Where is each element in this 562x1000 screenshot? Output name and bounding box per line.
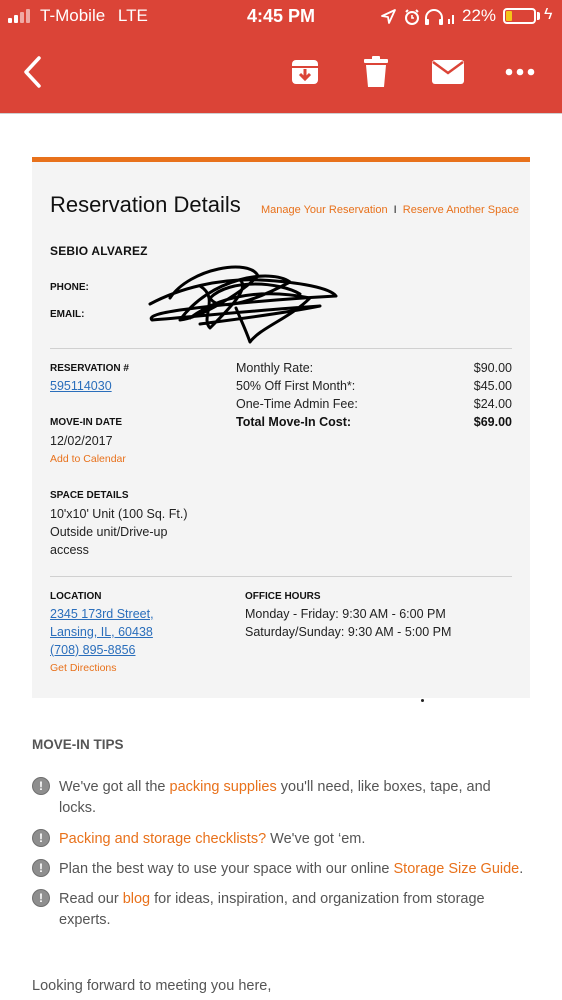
tip-text-after: . (519, 861, 524, 877)
link-separator: I (393, 204, 397, 216)
battery-level (506, 11, 512, 21)
reservation-links: Manage Your Reservation I Reserve Anothe… (261, 204, 519, 216)
status-bar: T-Mobile LTE 4:45 PM 22% ϟ (0, 0, 562, 34)
archive-icon (292, 60, 318, 84)
storage-size-guide-link[interactable]: Storage Size Guide (394, 861, 520, 877)
email-toolbar (0, 40, 562, 106)
tip-text: Packing and storage checklists? We've go… (59, 829, 529, 850)
cost-amount: $90.00 (473, 361, 512, 375)
reservation-number-link[interactable]: 595114030 (50, 379, 112, 393)
hours-weekday: Monday - Friday: 9:30 AM - 6:00 PM (245, 607, 446, 621)
back-button[interactable] (16, 54, 50, 90)
tip-text: We've got all the packing supplies you'l… (59, 777, 529, 819)
cost-row: Monthly Rate: $90.00 (236, 361, 512, 375)
movein-date-label: MOVE-IN DATE (50, 417, 123, 428)
tip-text-after: We've got ‘em. (266, 831, 366, 847)
more-options-button[interactable] (502, 54, 538, 90)
cost-row: 50% Off First Month*: $45.00 (236, 379, 512, 393)
customer-name: SEBIO ALVAREZ (50, 244, 148, 258)
tip-text-before: We've got all the (59, 779, 170, 795)
alarm-icon (405, 9, 419, 25)
reserve-another-space-link[interactable]: Reserve Another Space (403, 204, 519, 216)
hours-weekend: Saturday/Sunday: 9:30 AM - 5:00 PM (245, 625, 452, 639)
reservation-title: Reservation Details (50, 192, 241, 217)
email-label: EMAIL: (50, 309, 85, 320)
space-type-cont: access (50, 543, 89, 557)
info-alert-icon (32, 829, 50, 847)
checklists-link[interactable]: Packing and storage checklists? (59, 831, 266, 847)
redaction-scribble (148, 265, 338, 344)
archive-button[interactable] (288, 54, 322, 90)
reservation-card: Reservation Details Manage Your Reservat… (32, 157, 530, 698)
manage-reservation-link[interactable]: Manage Your Reservation (261, 204, 388, 216)
add-to-calendar-link[interactable]: Add to Calendar (50, 453, 126, 465)
charging-bolt-icon: ϟ (544, 6, 553, 23)
space-type: Outside unit/Drive-up (50, 525, 168, 539)
blog-link[interactable]: blog (123, 891, 150, 907)
tip-text: Read our blog for ideas, inspiration, an… (59, 889, 529, 931)
office-hours-label: OFFICE HOURS (245, 591, 321, 602)
app-header: T-Mobile LTE 4:45 PM 22% ϟ (0, 0, 562, 114)
movein-date: 12/02/2017 (50, 434, 113, 448)
location-label: LOCATION (50, 591, 102, 602)
stray-dot (421, 699, 424, 702)
total-cost-row: Total Move-In Cost: $69.00 (236, 415, 512, 429)
space-details-label: SPACE DETAILS (50, 490, 129, 501)
total-cost-label: Total Move-In Cost: (236, 415, 352, 429)
cost-amount: $45.00 (473, 379, 512, 393)
back-arrow-icon (24, 56, 41, 88)
more-dots-icon (505, 68, 535, 76)
get-directions-link[interactable]: Get Directions (50, 662, 117, 674)
space-size: 10'x10' Unit (100 Sq. Ft.) (50, 507, 188, 521)
total-cost-amount: $69.00 (473, 415, 512, 429)
location-arrow-icon (381, 9, 396, 24)
info-alert-icon (32, 777, 50, 795)
tip-text: Plan the best way to use your space with… (59, 859, 529, 880)
tip-text-before: Read our (59, 891, 123, 907)
phone-label: PHONE: (50, 282, 89, 293)
mark-unread-button[interactable] (430, 54, 466, 90)
cost-row: One-Time Admin Fee: $24.00 (236, 397, 512, 411)
tips-heading: MOVE-IN TIPS (32, 737, 124, 752)
mail-icon (432, 60, 464, 84)
address-line2-link[interactable]: Lansing, IL, 60438 (50, 625, 153, 639)
closing-line: Looking forward to meeting you here, (32, 978, 272, 994)
trash-icon (364, 56, 388, 87)
packing-supplies-link[interactable]: packing supplies (170, 779, 277, 795)
tip-text-before: Plan the best way to use your space with… (59, 861, 394, 877)
cost-label: One-Time Admin Fee: (236, 397, 358, 411)
location-phone-link[interactable]: (708) 895-8856 (50, 643, 135, 657)
cost-amount: $24.00 (473, 397, 512, 411)
header-divider (0, 113, 562, 114)
battery-tip (537, 12, 540, 20)
info-alert-icon (32, 889, 50, 907)
battery-percent: 22% (462, 6, 497, 25)
section-divider (50, 348, 512, 349)
reservation-number-label: RESERVATION # (50, 363, 129, 374)
section-divider (50, 576, 512, 577)
address-line1-link[interactable]: 2345 173rd Street, (50, 607, 154, 621)
delete-button[interactable] (360, 54, 392, 90)
headphones-icon (425, 9, 443, 25)
info-alert-icon (32, 859, 50, 877)
battery-icon (503, 8, 536, 24)
cost-label: Monthly Rate: (236, 361, 314, 375)
signal-bars-icon (448, 15, 454, 24)
status-icons (381, 9, 454, 25)
cost-label: 50% Off First Month*: (236, 379, 356, 393)
